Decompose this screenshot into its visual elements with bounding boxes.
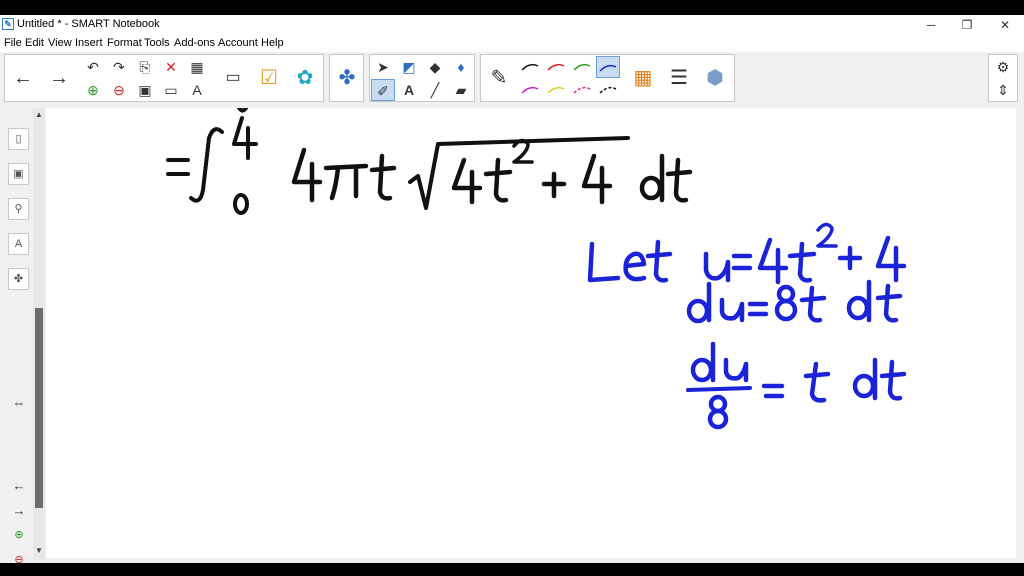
dt-label: dt [646,186,648,189]
delete-icon[interactable]: ✕ [159,56,183,78]
fraction-rhs: = t dt [764,388,767,391]
page-sorter-icon[interactable]: ▯ [8,128,29,150]
shapes-icon[interactable]: ◩ [397,56,421,78]
eraser-icon[interactable]: ▰ [449,79,473,101]
scroll-up-icon[interactable]: ▲ [33,110,45,119]
fill-icon[interactable]: ♦ [449,56,473,78]
pen-black-icon[interactable] [518,56,542,78]
menu-edit[interactable]: Edit [25,37,44,49]
move-sidebar-icon[interactable]: ⇔ [9,395,29,410]
window-title: Untitled * - SMART Notebook [17,18,160,30]
close-icon[interactable]: ✕ [986,15,1024,35]
puzzle-icon[interactable]: ✤ [331,56,363,100]
menu-format[interactable]: Format [107,37,142,49]
pen-yellow-icon[interactable] [544,79,568,101]
du-line: du = 8t dt [692,306,697,309]
pens-icon[interactable]: ✐ [371,79,395,101]
back-arrow-icon[interactable]: ← [7,56,39,100]
pen-green-icon[interactable] [570,56,594,78]
equals-sign: = [168,167,169,169]
pen-red-icon[interactable] [544,56,568,78]
paste-icon[interactable]: ⎘ [133,56,157,78]
save-icon[interactable]: ▣ [133,79,157,101]
redo-icon[interactable]: ↷ [107,56,131,78]
scroll-down-icon[interactable]: ▼ [33,546,45,555]
gallery-icon[interactable]: ▣ [8,163,29,185]
prev-page-icon[interactable]: ← [9,478,29,493]
handwritten-integral [166,108,693,215]
pen-black-dashed-icon[interactable] [596,79,620,101]
add-page-icon[interactable]: ⊕ [81,79,105,101]
upper-limit: 4 [242,137,243,139]
gear-icon[interactable]: ⚙ [991,56,1015,78]
next-page-icon[interactable]: → [9,503,29,518]
scrollbar-thumb[interactable] [35,308,43,508]
toolbar-group-addons: ✤ [329,54,364,102]
properties-icon[interactable]: A [185,79,209,101]
screen-capture-icon[interactable]: ▭ [217,56,249,100]
text-icon[interactable]: A [397,79,421,101]
menu-account[interactable]: Account [218,37,258,49]
minimize-icon[interactable]: ─ [912,15,950,35]
toolbar-group-pens: ✎ ▦ ☰ ⬢ [480,54,735,102]
delete-page-side-icon[interactable]: ⊖ [9,553,29,563]
menu-file[interactable]: File [4,37,22,49]
pen-pink-dashed-icon[interactable] [570,79,594,101]
whiteboard-canvas[interactable]: = ∫ 4 0 4πt 4t² + 4 dt Let u = 4t² + 4 d… [46,108,1016,558]
notebook-icon: ✎ [2,18,14,30]
handwritten-substitution [587,222,907,430]
menu-bar: File Edit View Insert Format Tools Add-o… [0,35,1024,52]
color-palette-icon[interactable]: ▦ [627,56,659,100]
menu-tools[interactable]: Tools [144,37,170,49]
pen-blue-icon[interactable] [596,56,620,78]
line-icon[interactable]: ╱ [423,79,447,101]
addons-tab-icon[interactable]: ✤ [8,268,29,290]
toolbar-group-tools: ➤ ◩ ◆ ♦ ✐ A ╱ ▰ [369,54,475,102]
toolbar-position-icon[interactable]: ⇕ [991,79,1015,101]
menu-view[interactable]: View [48,37,72,49]
add-page-side-icon[interactable]: ⊕ [9,528,29,541]
vertical-scrollbar[interactable]: ▲ ▼ [33,108,45,560]
menu-help[interactable]: Help [261,37,284,49]
restore-icon[interactable]: ❐ [948,15,986,35]
pen-type-icon[interactable]: ✎ [483,56,515,100]
side-tabs: ▯ ▣ ⚲ A ✤ ⇔ ← → ⊕ ⊖ [6,108,31,563]
fraction-denominator: 8 [714,417,715,419]
main-toolbar: ← → ↶ ↷ ⎘ ✕ ▦ ⊕ ⊖ ▣ ▭ A ▭ ☑ ✿ ✤ ➤ ◩ ◆ ♦ … [0,52,1024,108]
fraction-numerator: du [696,369,698,371]
pen-magenta-icon[interactable] [518,79,542,101]
fill-effect-icon[interactable]: ⬢ [699,56,731,100]
activity-builder-icon[interactable]: ☑ [253,56,285,100]
forward-arrow-icon[interactable]: → [43,56,75,100]
delete-page-icon[interactable]: ⊖ [107,79,131,101]
title-bar: ✎ Untitled * - SMART Notebook ─ ❐ ✕ [0,15,1024,35]
menu-insert[interactable]: Insert [75,37,103,49]
lab-monster-icon[interactable]: ✿ [289,56,321,100]
table-icon[interactable]: ▦ [185,56,209,78]
attachments-icon[interactable]: ⚲ [8,198,29,220]
toolbar-group-settings: ⚙ ⇕ [988,54,1018,102]
integral-sign: ∫ [195,167,197,169]
line-style-icon[interactable]: ☰ [663,56,695,100]
menu-add-ons[interactable]: Add-ons [174,37,215,49]
integrand-prefix: 4πt [296,186,298,189]
smart-notebook-window: ✎ Untitled * - SMART Notebook ─ ❐ ✕ File… [0,15,1024,563]
select-icon[interactable]: ➤ [371,56,395,78]
undo-icon[interactable]: ↶ [81,56,105,78]
eraser-fill-icon[interactable]: ◆ [423,56,447,78]
properties-tab-icon[interactable]: A [8,233,29,255]
screen-shade-icon[interactable]: ▭ [159,79,183,101]
toolbar-group-edit: ← → ↶ ↷ ⎘ ✕ ▦ ⊕ ⊖ ▣ ▭ A ▭ ☑ ✿ [4,54,324,102]
